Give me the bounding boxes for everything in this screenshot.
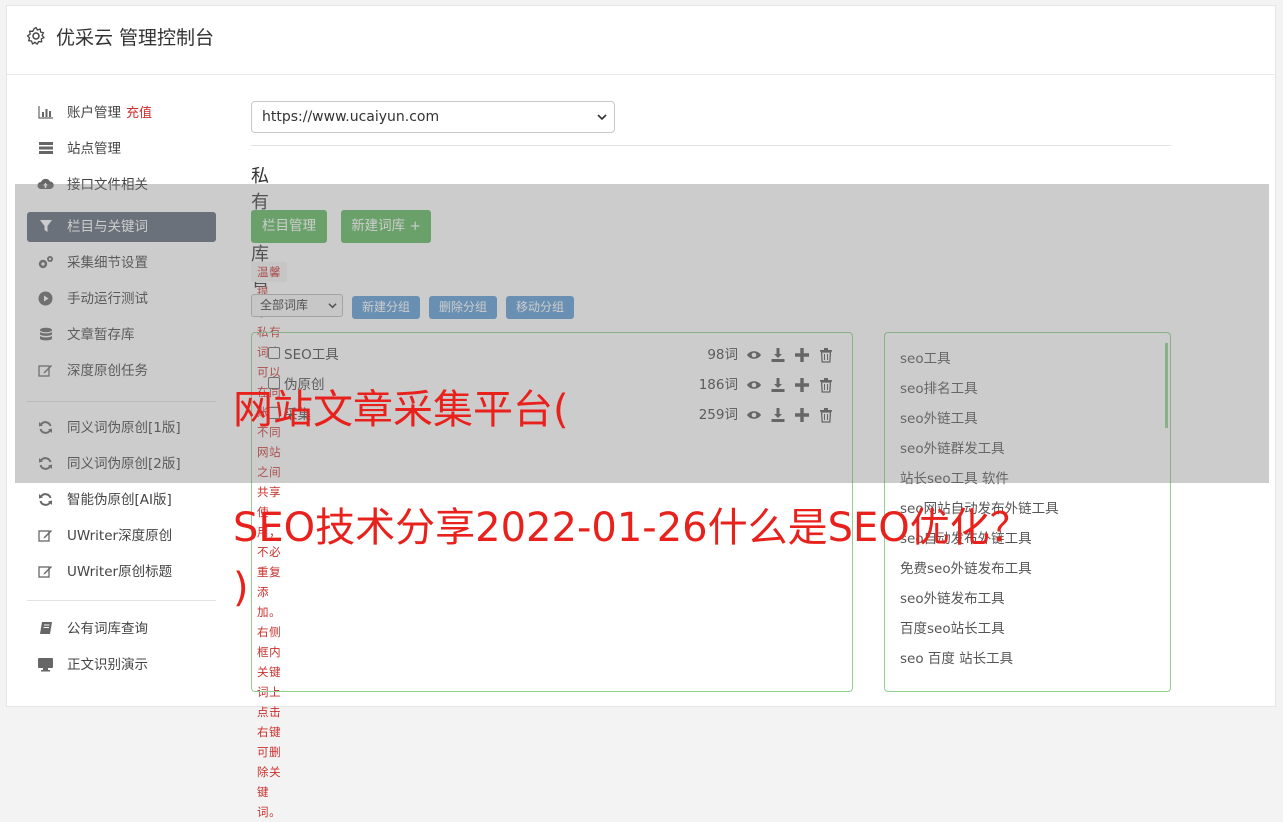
recharge-link[interactable]: 充值 — [126, 106, 152, 121]
sidebar-item-text-recognition[interactable]: 正文识别演示 — [27, 650, 216, 680]
chevron-down-icon — [597, 114, 607, 121]
refresh-icon — [37, 492, 54, 508]
server-icon — [37, 141, 54, 157]
edit-icon — [37, 528, 54, 544]
sidebar-item-uwriter-title[interactable]: UWriter原创标题 — [27, 557, 216, 587]
keyword-item[interactable]: 百度seo站长工具 — [900, 619, 1005, 639]
sidebar-item-label: 公有词库查询 — [67, 621, 148, 637]
gear-icon — [26, 26, 45, 45]
book-icon — [37, 621, 54, 637]
keyword-item[interactable]: seo外链发布工具 — [900, 589, 1005, 609]
overlay-headline-line1: 网站文章采集平台( — [233, 387, 569, 433]
keyword-item[interactable]: seo 百度 站长工具 — [900, 649, 1013, 669]
bar-chart-icon — [37, 105, 54, 121]
divider — [251, 145, 1171, 146]
sidebar-item-label: UWriter深度原创 — [67, 528, 173, 544]
gray-overlay-band — [15, 184, 1269, 483]
sidebar-item-label: 账户管理 — [67, 105, 121, 121]
sidebar-item-label: UWriter原创标题 — [67, 564, 173, 580]
sidebar-item-label: 正文识别演示 — [67, 657, 148, 673]
overlay-headline-line2: SEO技术分享2022-01-26什么是SEO优化？ — [233, 505, 1030, 551]
sidebar-item-ai-original[interactable]: 智能伪原创[AI版] — [27, 485, 216, 515]
sidebar-item-sites[interactable]: 站点管理 — [27, 134, 216, 164]
sidebar-item-label: 智能伪原创[AI版] — [67, 492, 172, 508]
sidebar-divider — [27, 600, 216, 601]
sidebar-item-public-library[interactable]: 公有词库查询 — [27, 614, 216, 644]
page-title: 优采云 管理控制台 — [56, 27, 215, 49]
overlay-headline-line3: ) — [233, 565, 249, 611]
sidebar-item-uwriter-deep[interactable]: UWriter深度原创 — [27, 521, 216, 551]
sidebar-item-label: 站点管理 — [67, 141, 121, 157]
edit-icon — [37, 564, 54, 580]
monitor-icon — [37, 657, 54, 673]
keyword-item[interactable]: 免费seo外链发布工具 — [900, 559, 1032, 579]
sidebar-item-account[interactable]: 账户管理 充值 — [27, 98, 216, 128]
site-select-value: https://www.ucaiyun.com — [262, 109, 440, 125]
top-bar: 优采云 管理控制台 — [7, 6, 1275, 75]
site-select[interactable]: https://www.ucaiyun.com — [251, 101, 615, 133]
